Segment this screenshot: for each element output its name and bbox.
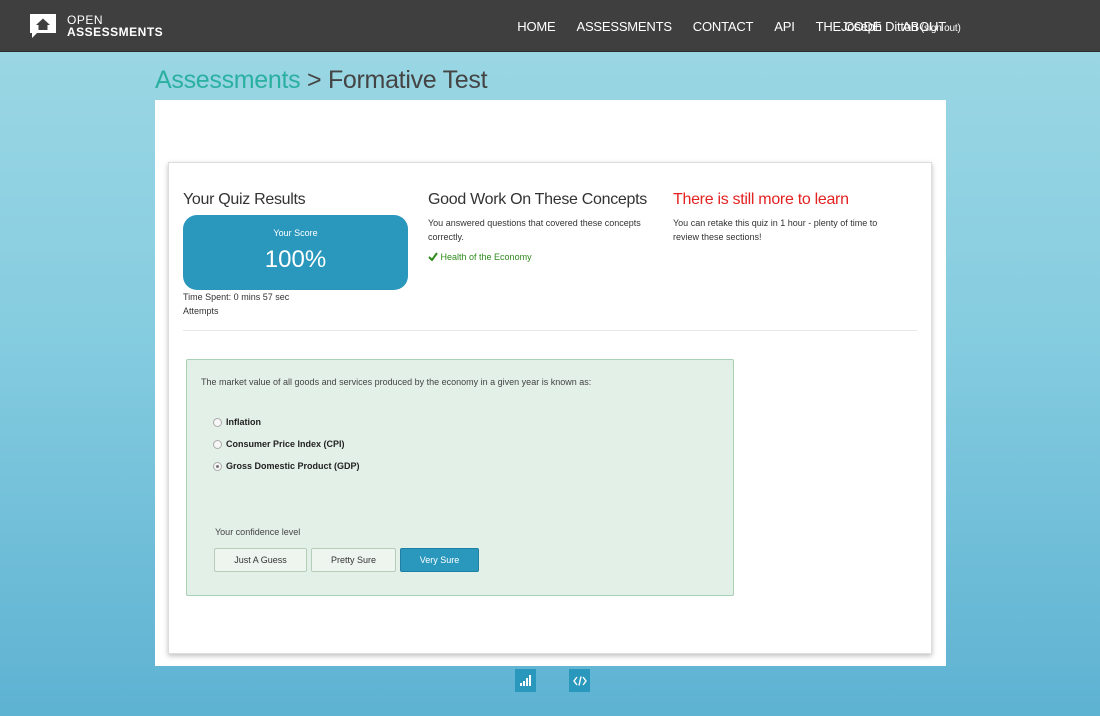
section-divider (183, 330, 917, 331)
question-box: The market value of all goods and servic… (186, 359, 734, 596)
radio-button[interactable] (213, 439, 222, 449)
good-work-title: Good Work On These Concepts (428, 191, 647, 208)
score-value: 100% (264, 246, 327, 273)
score-label: Your Score (273, 228, 318, 238)
quiz-results-card: Your Quiz Results Your Score 100% Time S… (168, 162, 932, 654)
breadcrumb-assessments[interactable]: Assessments (155, 66, 301, 94)
time-spent: Time Spent: 0 mins 57 sec (183, 292, 290, 302)
page-title: Assessments > Formative Test (155, 66, 488, 95)
concept-item: Health of the Economy (428, 252, 532, 262)
nav-assessments[interactable]: ASSESSMENTS (576, 19, 672, 34)
user-name[interactable]: Joseph Ditton (841, 19, 918, 34)
answer-label: Inflation (226, 417, 261, 427)
answer-option-cpi[interactable]: Consumer Price Index (CPI) (213, 439, 345, 449)
question-text: The market value of all goods and servic… (201, 377, 592, 387)
very-sure-button[interactable]: Very Sure (400, 548, 479, 572)
breadcrumb-current: Formative Test (327, 66, 488, 94)
brand-logo[interactable]: OPEN ASSESSMENTS (28, 12, 163, 40)
checkmark-icon (428, 252, 441, 262)
answer-option-inflation[interactable]: Inflation (213, 417, 261, 427)
more-to-learn-text: You can retake this quiz in 1 hour - ple… (673, 218, 878, 242)
house-icon (28, 12, 58, 40)
score-box: Your Score 100% (183, 215, 408, 290)
just-a-guess-button[interactable]: Just A Guess (214, 548, 307, 572)
embed-code-icon[interactable] (569, 669, 590, 692)
brand-line2: ASSESSMENTS (67, 25, 164, 39)
pretty-sure-button[interactable]: Pretty Sure (311, 548, 396, 572)
radio-button[interactable] (213, 417, 222, 427)
nav-contact[interactable]: CONTACT (693, 19, 754, 34)
nav-home[interactable]: HOME (517, 19, 555, 34)
content-panel: Your Quiz Results Your Score 100% Time S… (155, 100, 946, 666)
nav-api[interactable]: API (774, 19, 795, 34)
attempts-label: Attempts (183, 306, 219, 316)
answer-option-gdp[interactable]: Gross Domestic Product (GDP) (213, 461, 360, 471)
user-menu: Joseph Ditton (sign out) (841, 19, 961, 34)
footer-tools (0, 669, 1100, 693)
concept-label: Health of the Economy (440, 252, 532, 262)
breadcrumb-separator: > (300, 66, 328, 94)
sign-out-link[interactable]: (sign out) (921, 23, 961, 34)
stats-icon[interactable] (515, 669, 536, 692)
confidence-label: Your confidence level (215, 527, 301, 537)
more-to-learn-title: There is still more to learn (673, 191, 849, 208)
top-navbar: OPEN ASSESSMENTS HOME ASSESSMENTS CONTAC… (0, 0, 1100, 52)
answer-label: Gross Domestic Product (GDP) (226, 461, 360, 471)
answer-label: Consumer Price Index (CPI) (226, 439, 345, 449)
good-work-text: You answered questions that covered thes… (428, 218, 641, 242)
radio-button-selected[interactable] (213, 461, 222, 471)
quiz-results-title: Your Quiz Results (183, 191, 306, 208)
